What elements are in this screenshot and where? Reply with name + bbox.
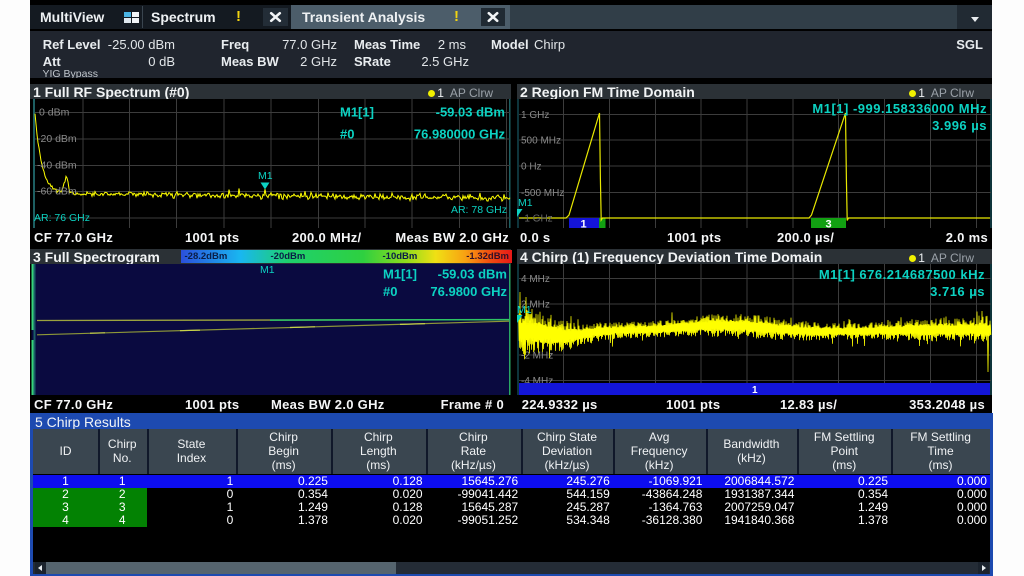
svg-text:0 Hz: 0 Hz (521, 161, 542, 172)
svg-text:M1[1]: M1[1] (383, 267, 417, 282)
svg-text:0 dBm: 0 dBm (39, 107, 70, 119)
svg-text:-59.03 dBm: -59.03 dBm (438, 267, 507, 282)
svg-text:M1[1] 676.214687500 kHz: M1[1] 676.214687500 kHz (819, 267, 985, 282)
svg-text:4 MHz: 4 MHz (521, 274, 550, 285)
svg-text:M1: M1 (517, 304, 532, 316)
svg-text:M1[1]: M1[1] (340, 105, 374, 120)
svg-text:500 MHz: 500 MHz (521, 136, 561, 147)
svg-text:1 GHz: 1 GHz (521, 110, 549, 121)
svg-text:#0: #0 (340, 127, 354, 142)
svg-text:AR: 78 GHz: AR: 78 GHz (451, 204, 507, 216)
svg-text:M1: M1 (258, 170, 273, 182)
svg-text:1: 1 (581, 218, 587, 228)
svg-text:-40 dBm: -40 dBm (37, 159, 77, 171)
svg-text:-60 dBm: -60 dBm (37, 186, 77, 198)
svg-text:-59.03 dBm: -59.03 dBm (436, 105, 505, 120)
svg-text:3.996 µs: 3.996 µs (932, 118, 987, 133)
svg-text:M1[1] -999.158336000 MHz: M1[1] -999.158336000 MHz (812, 101, 987, 116)
svg-text:3: 3 (826, 218, 832, 228)
svg-text:#0: #0 (383, 284, 397, 299)
svg-text:-1 GHz: -1 GHz (521, 214, 553, 225)
svg-text:M1: M1 (260, 264, 275, 276)
svg-text:1: 1 (752, 385, 758, 395)
svg-text:M1: M1 (518, 197, 533, 209)
svg-text:76.980000 GHz: 76.980000 GHz (414, 127, 506, 142)
svg-text:76.9800 GHz: 76.9800 GHz (430, 284, 507, 299)
svg-text:3.716 µs: 3.716 µs (930, 284, 985, 299)
svg-text:-20 dBm: -20 dBm (37, 133, 77, 145)
svg-text:AR: 76 GHz: AR: 76 GHz (34, 212, 90, 224)
